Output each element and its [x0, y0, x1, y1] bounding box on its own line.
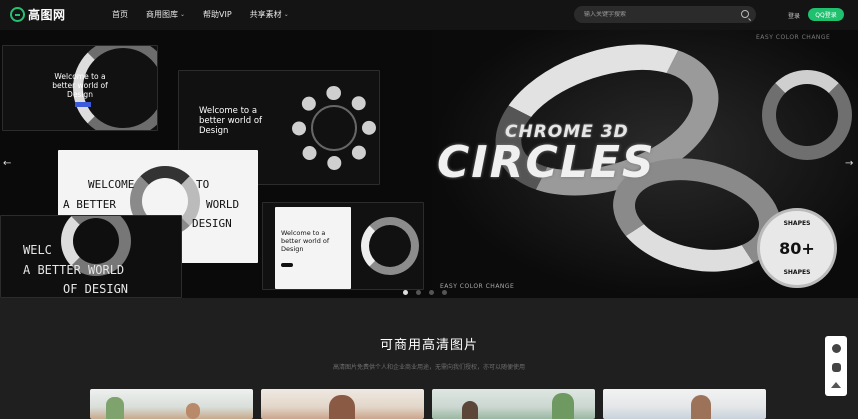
mockup-card-1-title: Welcome to a better world of Design	[52, 72, 108, 99]
banner-mockups: Welcome to a better world of Design Welc…	[0, 30, 432, 298]
chevron-down-icon: ⌄	[180, 11, 186, 18]
top-header: 高图网 首页 商用图库⌄ 帮助VIP 共享素材⌄ 登录 QQ登录	[0, 0, 858, 30]
banner-pagination	[403, 290, 447, 295]
section-subtitle: 高清图片免费供个人和企业商业用途，无需向我们授权，亦可以随便使用	[332, 364, 525, 371]
slide-dot-4[interactable]	[442, 290, 447, 295]
mockup-card-3-word-world: WORLD	[206, 198, 240, 211]
mockup-card-3-word-welcome: WELCOME	[88, 178, 135, 191]
mockup-card-2-title: Welcome to a better world of Design	[199, 106, 263, 136]
image-thumb-1[interactable]	[90, 389, 253, 419]
slide-dot-2[interactable]	[416, 290, 421, 295]
image-grid	[90, 389, 766, 419]
mockup-card-4: Welcome to a better world of Design	[262, 202, 424, 290]
slide-dot-3[interactable]	[429, 290, 434, 295]
back-to-top-icon[interactable]	[831, 382, 841, 388]
banner-circles-title: CIRCLES	[437, 137, 656, 188]
badge-number: 80+	[779, 238, 815, 258]
badge-caption-top: SHAPES	[783, 220, 811, 227]
search-box	[574, 6, 756, 23]
qq-login-button[interactable]: QQ登录	[808, 8, 844, 21]
nav-item-commercial-gallery[interactable]: 商用图库 ⌄	[146, 9, 185, 20]
image-thumb-4[interactable]	[603, 389, 766, 419]
banner-bottom-tag: EASY COLOR CHANGE	[440, 283, 515, 290]
chat-icon[interactable]	[831, 363, 841, 372]
image-thumb-2[interactable]	[261, 389, 424, 419]
logo-text: 高图网	[28, 8, 66, 22]
mockup-card-3-word-design: DESIGN	[192, 217, 232, 230]
mockup-card-3-word-better: A BETTER	[63, 198, 116, 211]
chrome-ring-small	[762, 70, 852, 160]
hero-banner[interactable]: Welcome to a better world of Design Welc…	[0, 30, 858, 298]
logo-icon	[10, 7, 25, 22]
login-link[interactable]: 登录	[788, 11, 800, 20]
mockup-card-4-title: Welcome to a better world of Design	[281, 229, 330, 253]
chevron-down-icon: ⌄	[283, 11, 289, 18]
main-nav: 首页 商用图库 ⌄ 帮助VIP 共享素材 ⌄	[112, 9, 307, 20]
section-title: 可商用高清图片	[379, 338, 478, 353]
mockup-card-3-word-to: TO	[196, 178, 210, 191]
mockup-card-5-line-2: A BETTER WORLD	[23, 263, 125, 277]
floating-toolbar	[825, 336, 847, 396]
search-input[interactable]	[574, 11, 729, 18]
customer-service-icon[interactable]	[831, 344, 841, 353]
mockup-card-5-line-1: WELC	[23, 243, 52, 257]
nav-item-home[interactable]: 首页	[112, 9, 128, 20]
mockup-card-1: Welcome to a better world of Design	[2, 45, 158, 131]
slide-dot-1[interactable]	[403, 290, 408, 295]
banner-prev-arrow[interactable]: ←	[3, 158, 11, 169]
search-icon[interactable]	[741, 10, 749, 18]
decorative-swirl	[361, 217, 419, 275]
nav-item-help-vip[interactable]: 帮助VIP	[203, 9, 232, 20]
mockup-card-5-line-3: OF DESIGN	[63, 282, 129, 296]
badge-caption-bottom: SHAPES	[783, 269, 811, 276]
banner-top-tag: EASY COLOR CHANGE	[756, 34, 831, 41]
shapes-count-badge: SHAPES 80+ SHAPES	[757, 208, 837, 288]
banner-next-arrow[interactable]: →	[845, 158, 853, 169]
site-logo[interactable]: 高图网	[10, 6, 66, 23]
nav-item-shared-materials[interactable]: 共享素材 ⌄	[250, 9, 289, 20]
mockup-card-5: WELC A BETTER WORLD OF DESIGN	[0, 215, 182, 298]
mockup-card-1-button	[75, 102, 91, 107]
image-thumb-3[interactable]	[432, 389, 595, 419]
